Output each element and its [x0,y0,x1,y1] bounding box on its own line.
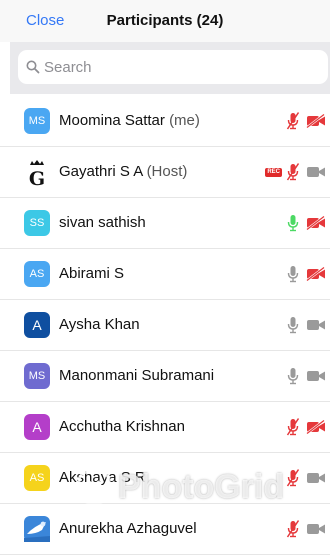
participant-row[interactable]: MS Manonmani Subramani [0,351,330,402]
participant-status-icons [286,504,326,554]
video-icon[interactable] [306,522,326,536]
participant-name-text: Abirami S [59,265,125,282]
video-icon[interactable] [306,165,326,179]
avatar-initials: G [29,168,45,189]
participant-row[interactable]: Anurekha Azhaguvel [0,504,330,555]
avatar: MS [24,108,50,134]
avatar-initials: A [32,419,42,435]
avatar-initials: A [32,317,42,333]
participant-list: MS Moomina Sattar (me) G Gayathri S A (Host… [0,96,330,555]
participant-name: Moomina Sattar (me) [59,96,200,146]
search-bar [10,42,330,94]
avatar: A [24,312,50,338]
participant-row[interactable]: A Aysha Khan [0,300,330,351]
participant-row[interactable]: AS Akshaya S R [0,453,330,504]
participant-role: (me) [169,112,200,129]
avatar-initials: MS [28,370,46,382]
avatar: A [24,414,50,440]
participant-row[interactable]: G Gayathri S A (Host) REC [0,147,330,198]
avatar: SS [24,210,50,236]
page-title: Participants (24) [106,12,224,29]
participant-name: Abirami S [59,249,124,299]
avatar: MS [24,363,50,389]
mic-icon[interactable] [286,264,300,284]
avatar-initials: MS [28,115,46,127]
video-off-icon[interactable] [306,420,326,434]
participant-name: Akshaya S R [59,453,146,503]
participant-name-text: Acchutha Krishnan [59,418,185,435]
participant-status-icons [286,300,326,350]
avatar: G [24,159,50,190]
video-icon[interactable] [306,369,326,383]
participant-row[interactable]: A Acchutha Krishnan [0,402,330,453]
mic-icon[interactable] [286,213,300,233]
search-icon [26,60,40,74]
participant-role: (Host) [146,163,188,180]
participant-name: Acchutha Krishnan [59,402,185,452]
avatar [24,516,50,542]
search-input[interactable] [40,50,318,84]
participant-row[interactable]: MS Moomina Sattar (me) [0,96,330,147]
profile-photo-icon [24,521,50,542]
mic-muted-icon[interactable] [286,162,300,182]
video-off-icon[interactable] [306,267,326,281]
participant-row[interactable]: AS Abirami S [0,249,330,300]
participant-name: Gayathri S A (Host) [59,147,187,197]
participant-name-text: Akshaya S R [59,469,146,486]
rec-badge: REC [265,167,282,177]
avatar: AS [24,465,50,491]
participant-name: Manonmani Subramani [59,351,214,401]
participant-status-icons [286,453,326,503]
header: Close Participants (24) [0,0,330,42]
avatar-initials: AS [29,472,45,484]
video-off-icon[interactable] [306,216,326,230]
participant-name-text: sivan sathish [59,214,146,231]
mic-muted-icon[interactable] [286,468,300,488]
participant-status-icons [286,351,326,401]
avatar: AS [24,261,50,287]
participant-status-icons [286,96,326,146]
video-icon[interactable] [306,471,326,485]
search-box[interactable] [18,50,328,84]
participant-name-text: Anurekha Azhaguvel [59,520,197,537]
participant-name: sivan sathish [59,198,146,248]
video-off-icon[interactable] [306,114,326,128]
participant-status-icons [286,198,326,248]
video-icon[interactable] [306,318,326,332]
participant-status-icons: REC [265,147,326,197]
mic-icon[interactable] [286,366,300,386]
mic-muted-icon[interactable] [286,417,300,437]
mic-icon[interactable] [286,315,300,335]
participant-name: Aysha Khan [59,300,140,350]
crown-g-logo-icon: G [29,160,45,190]
avatar-initials: SS [29,217,45,229]
participant-name-text: Moomina Sattar [59,112,165,129]
mic-muted-icon[interactable] [286,111,300,131]
participant-status-icons [286,402,326,452]
participant-name-text: Manonmani Subramani [59,367,215,384]
avatar-initials: AS [29,268,45,280]
mic-muted-icon[interactable] [286,519,300,539]
participant-row[interactable]: SS sivan sathish [0,198,330,249]
participant-name-text: Aysha Khan [59,316,140,333]
participant-name-text: Gayathri S A [59,163,143,180]
participant-name: Anurekha Azhaguvel [59,504,197,554]
participant-status-icons [286,249,326,299]
